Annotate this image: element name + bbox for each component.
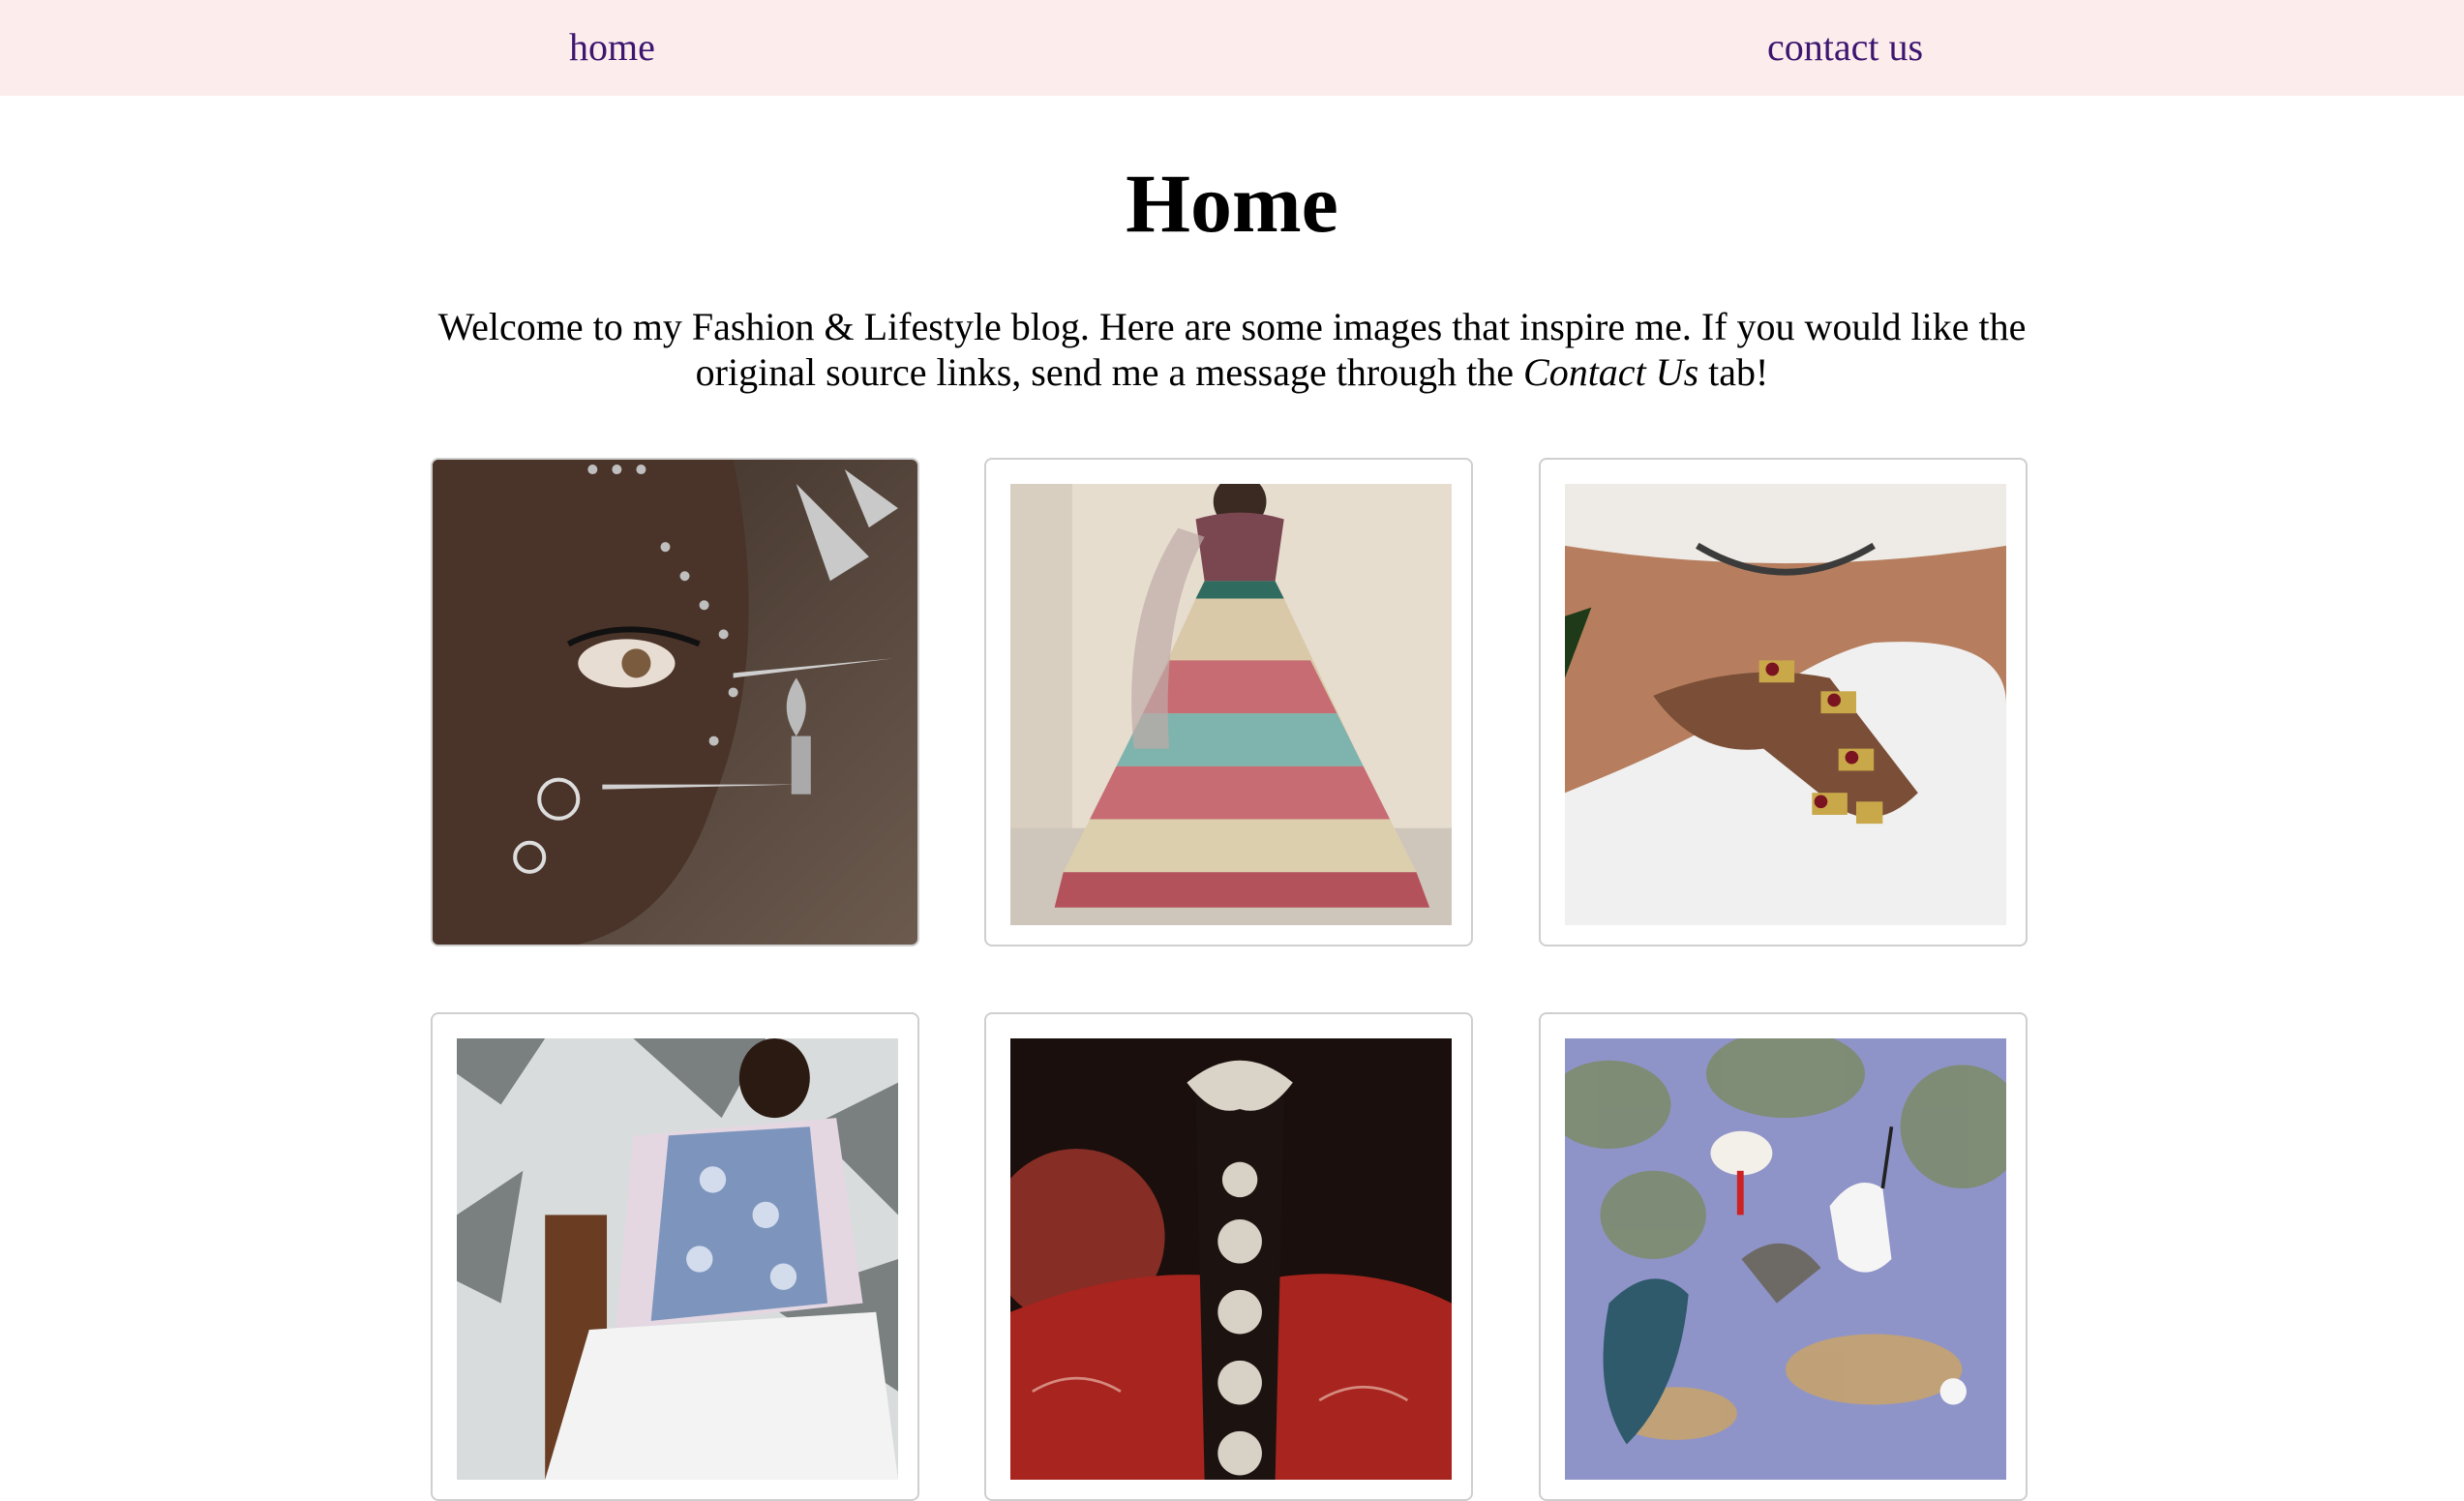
lehenga-bridal-outfit-image[interactable]	[1010, 484, 1452, 925]
nav-home-link[interactable]: home	[569, 22, 655, 73]
nav-contact-link[interactable]: contact us	[1767, 22, 1923, 73]
gallery-card-portrait[interactable]	[431, 458, 919, 946]
gallery-card-lehenga[interactable]	[984, 458, 1473, 946]
gallery-card-painting[interactable]	[1539, 1012, 2028, 1501]
top-navbar: home contact us	[0, 0, 2464, 96]
page-title: Home	[1126, 157, 1338, 250]
intro-text-end: tab!	[1698, 350, 1769, 394]
intro-text: Welcome to my Fashion & Lifestyle blog. …	[426, 304, 2038, 395]
gallery-card-rings[interactable]	[1539, 458, 2028, 946]
mughal-painting-birds-image[interactable]	[1565, 1038, 2006, 1480]
portrait-with-jewelry-image[interactable]	[433, 460, 917, 945]
man-in-floral-jacket-image[interactable]	[457, 1038, 898, 1480]
gallery-card-hair-jewelry[interactable]	[984, 1012, 1473, 1501]
hair-jewelry-back-view-image[interactable]	[1010, 1038, 1452, 1480]
ring-jewelry-hand-image[interactable]	[1565, 484, 2006, 925]
gallery-card-menswear[interactable]	[431, 1012, 919, 1501]
intro-text-start: Welcome to my Fashion & Lifestyle blog. …	[437, 305, 2027, 394]
intro-contact-emphasis: Contact Us	[1523, 350, 1699, 394]
